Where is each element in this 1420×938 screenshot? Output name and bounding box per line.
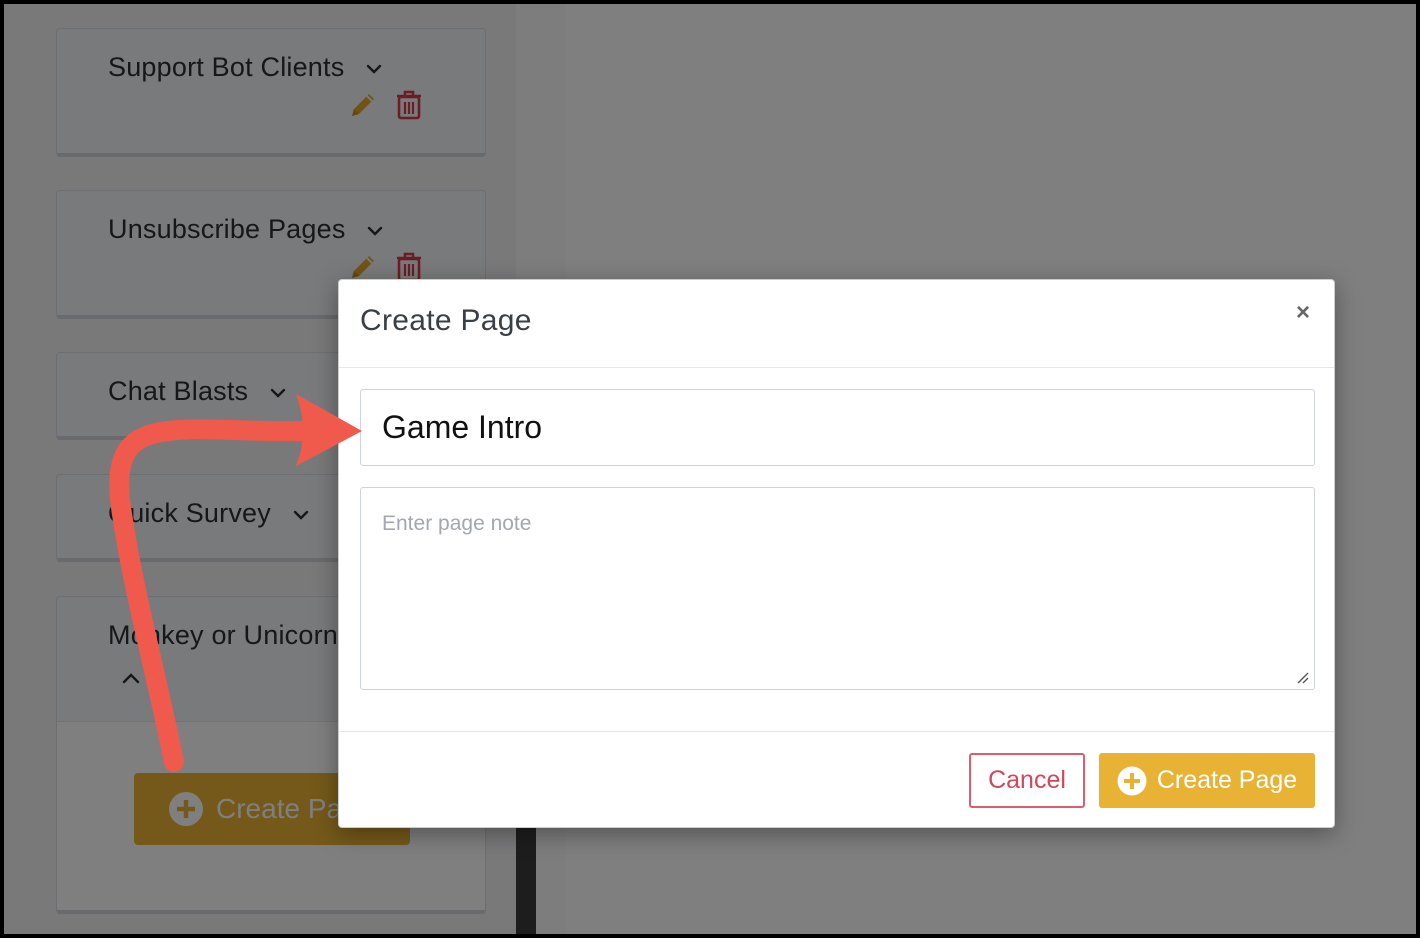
cancel-button[interactable]: Cancel [969,753,1085,808]
modal-header: Create Page × [339,280,1334,368]
create-page-modal: Create Page × Cancel Create Page [338,279,1335,828]
modal-title: Create Page [360,304,532,337]
page-note-textarea[interactable] [360,487,1315,690]
resize-grip-icon[interactable] [1295,670,1309,684]
plus-circle-icon [1117,766,1147,795]
screen: Support Bot Clients Unsubscribe Pages Ch… [4,4,1416,934]
close-icon[interactable]: × [1292,301,1314,325]
create-page-button[interactable]: Create Page [1099,753,1315,808]
page-name-input[interactable] [360,389,1315,466]
create-page-label: Create Page [1156,766,1298,794]
